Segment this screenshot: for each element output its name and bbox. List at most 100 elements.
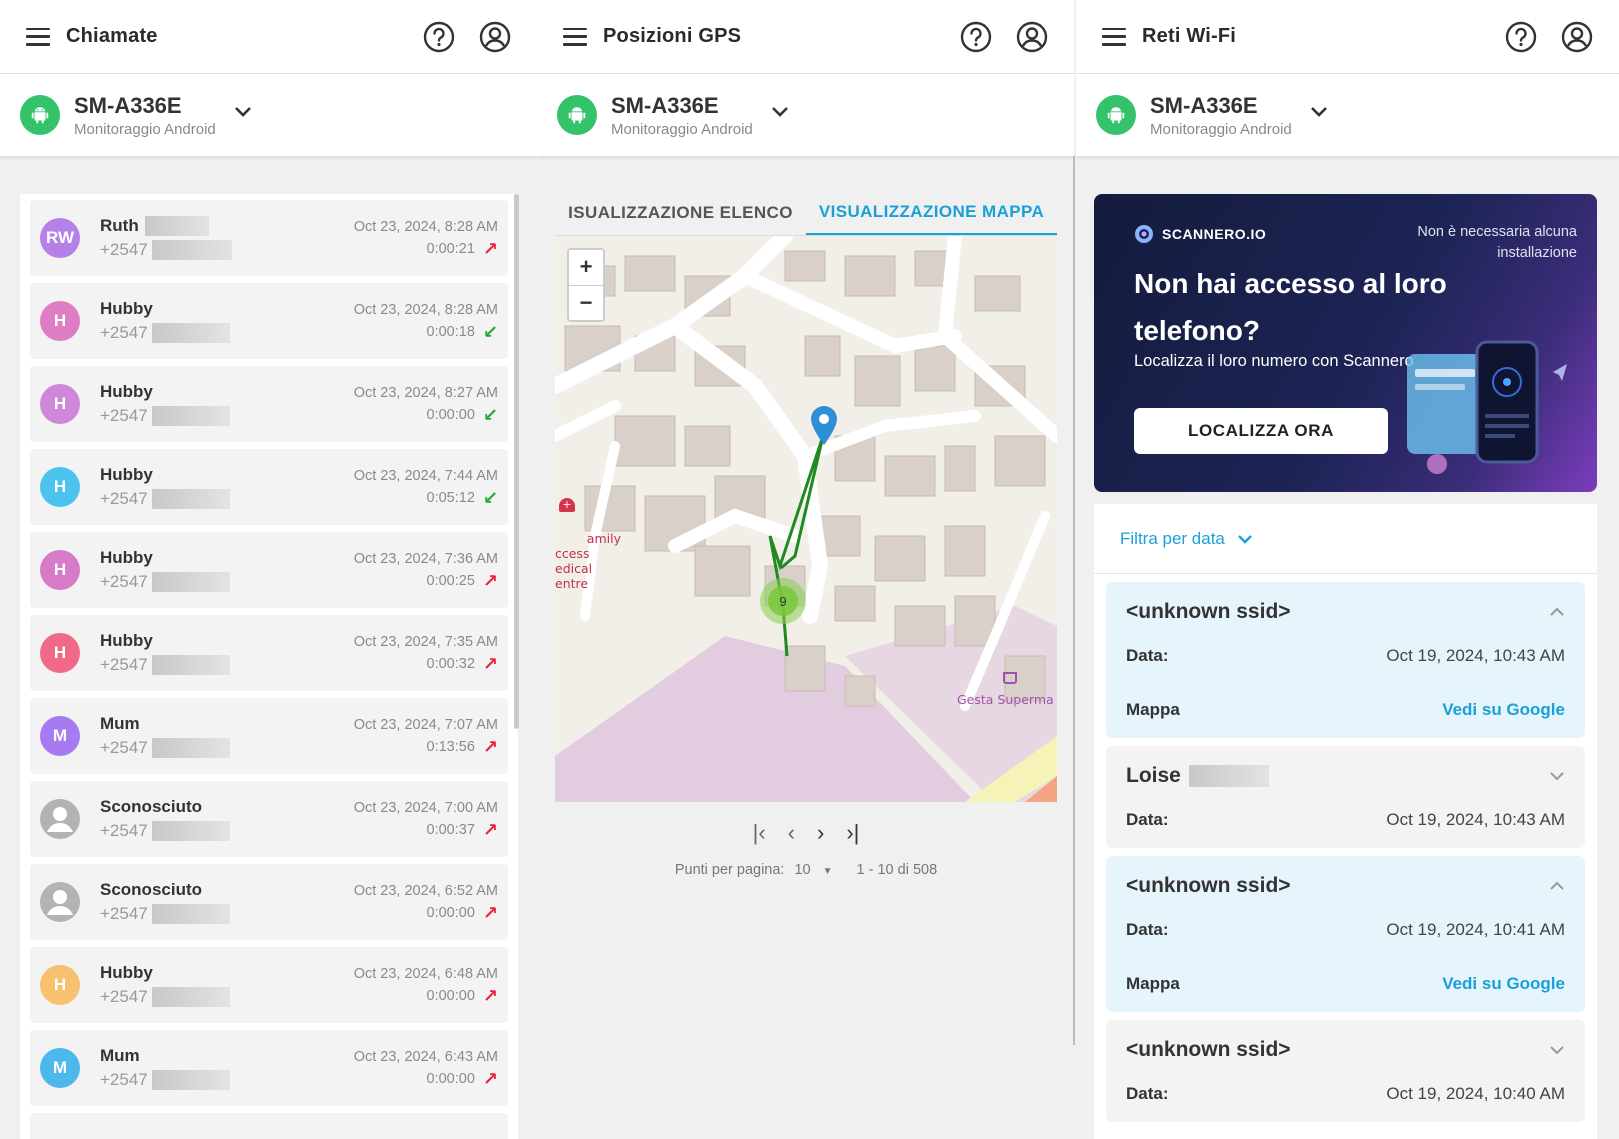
redacted-block (151, 572, 230, 592)
redacted-block (151, 240, 232, 260)
first-page-icon[interactable]: |‹ (753, 820, 766, 846)
zoom-out-button[interactable]: − (569, 286, 603, 321)
wifi-network-card[interactable]: <unknown ssid> Data: Oct 19, 2024, 10:40… (1106, 1020, 1585, 1122)
view-on-google-link[interactable]: Vedi su Google (1442, 700, 1565, 720)
contact-name: Sconosciuto (100, 797, 203, 816)
locate-now-button[interactable]: LOCALIZZA ORA (1134, 408, 1388, 454)
redacted-block (144, 216, 209, 236)
chevron-down-icon[interactable] (1549, 771, 1565, 781)
prev-page-icon[interactable]: ‹ (788, 820, 795, 846)
account-icon[interactable] (479, 21, 511, 53)
call-row[interactable]: Sconosciuto +2547 Oct 23, 2024, 6:52 AM … (30, 864, 508, 940)
chevron-up-icon[interactable] (1549, 881, 1565, 891)
redacted-block (151, 323, 230, 343)
wifi-date: Oct 19, 2024, 10:43 AM (1386, 646, 1565, 665)
call-duration: 0:00:00 (426, 1071, 475, 1087)
scrollbar[interactable] (514, 194, 519, 729)
redacted-block (151, 655, 230, 675)
call-row[interactable]: H Hubby +2547 Oct 23, 2024, 8:27 AM 0:00… (30, 366, 508, 442)
per-page-select[interactable]: 10 ▼ (794, 862, 832, 878)
calls-screen: Chiamate SM-A336E Monitoraggio Android R… (0, 0, 537, 1139)
wifi-network-card[interactable]: Loise Data: Oct 19, 2024, 10:43 AM (1106, 746, 1585, 848)
map-pin-icon[interactable] (809, 404, 839, 446)
map-label: Mappa (1126, 700, 1180, 719)
redacted-block (151, 406, 230, 426)
call-row[interactable]: M Mum +2547 Oct 23, 2024, 6:43 AM 0:00:0… (30, 1030, 508, 1106)
outgoing-call-icon: ↗ (482, 1069, 498, 1089)
date-label: Data: (1126, 810, 1169, 829)
device-selector[interactable]: SM-A336E Monitoraggio Android (0, 74, 537, 156)
call-date: Oct 23, 2024, 8:28 AM (353, 302, 498, 318)
menu-icon[interactable] (563, 27, 587, 46)
top-bar: Reti Wi-Fi (1076, 0, 1619, 74)
account-icon[interactable] (1561, 21, 1593, 53)
outgoing-call-icon: ↗ (482, 239, 498, 259)
call-row[interactable]: H Hubby +2547 Oct 23, 2024, 6:48 AM 0:00… (30, 947, 508, 1023)
map-cluster-marker[interactable]: 9 (760, 578, 806, 624)
outgoing-call-icon: ↗ (482, 737, 498, 757)
call-row[interactable]: H Hubby +2547 Oct 23, 2024, 7:44 AM 0:05… (30, 449, 508, 525)
zoom-in-button[interactable]: + (569, 250, 603, 286)
call-date: Oct 23, 2024, 6:48 AM (353, 966, 498, 982)
avatar: H (40, 633, 80, 673)
call-row[interactable]: H Hubby +2547 Oct 23, 2024, 7:35 AM 0:00… (30, 615, 508, 691)
pagination-controls: |‹ ‹ › ›| (555, 820, 1057, 846)
account-icon[interactable] (1016, 21, 1048, 53)
call-date: Oct 23, 2024, 7:35 AM (353, 634, 498, 650)
map-label: Mappa (1126, 974, 1180, 993)
avatar: RW (40, 218, 80, 258)
view-on-google-link[interactable]: Vedi su Google (1442, 974, 1565, 994)
phone-number: +2547 (100, 738, 148, 757)
chevron-down-icon[interactable] (234, 106, 252, 118)
promo-note: Non è necessaria alcuna installazione (1417, 224, 1577, 261)
chevron-down-icon[interactable] (1310, 106, 1328, 118)
help-icon[interactable] (423, 21, 455, 53)
gps-screen: Posizioni GPS SM-A336E Monitoraggio Andr… (537, 0, 1074, 1139)
tab-map-view[interactable]: VISUALIZZAZIONE MAPPA (806, 190, 1057, 235)
last-page-icon[interactable]: ›| (846, 820, 859, 846)
incoming-call-icon: ↙ (482, 322, 498, 342)
wifi-network-card[interactable]: <unknown ssid> Data: Oct 19, 2024, 10:43… (1106, 582, 1585, 738)
top-bar: Posizioni GPS (537, 0, 1074, 74)
wifi-list: Filtra per data <unknown ssid> Data: Oct… (1094, 504, 1597, 1139)
call-date: Oct 23, 2024, 7:07 AM (353, 717, 498, 733)
date-filter[interactable]: Filtra per data (1094, 504, 1597, 574)
avatar: H (40, 301, 80, 341)
menu-icon[interactable] (26, 27, 50, 46)
device-name: SM-A336E (611, 92, 719, 118)
promo-brand: SCANNERO.IO (1134, 224, 1266, 244)
map[interactable]: + − 9 + amily ccess edical entre Gesta S… (555, 236, 1057, 802)
help-icon[interactable] (1505, 21, 1537, 53)
call-row[interactable]: Sconosciuto +2547 Oct 23, 2024, 7:00 AM … (30, 781, 508, 857)
device-selector[interactable]: SM-A336E Monitoraggio Android (537, 74, 1074, 156)
call-row[interactable]: RW Ruth +2547 Oct 23, 2024, 8:28 AM 0:00… (30, 200, 508, 276)
help-icon[interactable] (960, 21, 992, 53)
call-row[interactable] (30, 1113, 508, 1139)
avatar: M (40, 716, 80, 756)
device-selector[interactable]: SM-A336E Monitoraggio Android (1076, 74, 1619, 156)
tab-list-view[interactable]: ISUALIZZAZIONE ELENCO (555, 190, 806, 235)
redacted-block (151, 821, 230, 841)
unknown-contact-icon (40, 799, 80, 839)
redacted-block (151, 489, 230, 509)
contact-name: Sconosciuto (100, 880, 203, 899)
date-label: Data: (1126, 646, 1169, 665)
outgoing-call-icon: ↗ (482, 654, 498, 674)
phone-number: +2547 (100, 655, 148, 674)
call-row[interactable]: M Mum +2547 Oct 23, 2024, 7:07 AM 0:13:5… (30, 698, 508, 774)
chevron-up-icon[interactable] (1549, 607, 1565, 617)
contact-name: Hubby (100, 631, 153, 650)
cluster-count: 9 (768, 586, 798, 616)
scannero-logo-icon (1135, 225, 1153, 243)
wifi-network-card[interactable]: <unknown ssid> Data: Oct 19, 2024, 10:41… (1106, 856, 1585, 1012)
next-page-icon[interactable]: › (817, 820, 824, 846)
incoming-call-icon: ↙ (482, 488, 498, 508)
call-row[interactable]: H Hubby +2547 Oct 23, 2024, 7:36 AM 0:00… (30, 532, 508, 608)
avatar: H (40, 965, 80, 1005)
chevron-down-icon[interactable] (771, 106, 789, 118)
phone-number: +2547 (100, 240, 148, 259)
chevron-down-icon[interactable] (1549, 1045, 1565, 1055)
call-row[interactable]: H Hubby +2547 Oct 23, 2024, 8:28 AM 0:00… (30, 283, 508, 359)
menu-icon[interactable] (1102, 27, 1126, 46)
promo-subtitle: Localizza il loro numero con Scannero (1134, 352, 1414, 370)
